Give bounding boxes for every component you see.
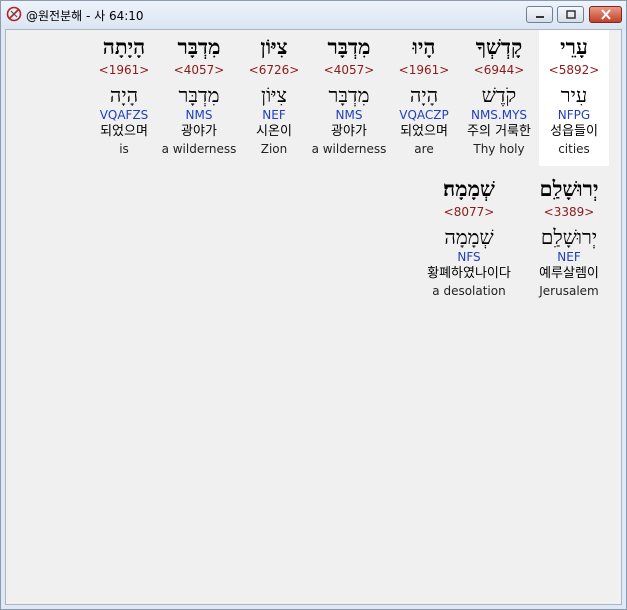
verse-row-2: יְרוּשָׁלִַם <3389> יְרוּשָׁלִַם NEF 예루살… bbox=[409, 172, 609, 308]
word-cell[interactable]: קָדְשְׁךָ <6944> קֹדֶשׁ NMS.MYS 주의 거룩한 T… bbox=[459, 30, 539, 166]
english-gloss: cities bbox=[558, 142, 590, 156]
hebrew-word: הָיָתָה bbox=[102, 34, 146, 59]
word-cell[interactable]: צִיּוֹן <6726> צִיּוֹן NEF 시온이 Zion bbox=[239, 30, 309, 166]
korean-gloss: 되었으며 bbox=[400, 124, 448, 139]
hebrew-word: קָדְשְׁךָ bbox=[475, 34, 523, 59]
english-gloss: is bbox=[119, 142, 129, 156]
english-gloss: Thy holy bbox=[473, 142, 525, 156]
korean-gloss: 되었으며 bbox=[100, 124, 148, 139]
english-gloss: Zion bbox=[260, 142, 288, 156]
english-gloss: are bbox=[414, 142, 434, 156]
english-gloss: a wilderness bbox=[311, 142, 387, 156]
verse-row-1: עָרֵי <5892> עִיר NFPG 성읍들이 cities קָדְש… bbox=[89, 30, 609, 166]
lemma-word: מִדְבָּר bbox=[328, 83, 370, 107]
morph-code[interactable]: VQACZP bbox=[399, 108, 449, 122]
korean-gloss: 시온이 bbox=[256, 124, 292, 139]
english-gloss: a desolation bbox=[432, 284, 506, 298]
word-cell[interactable]: עָרֵי <5892> עִיר NFPG 성읍들이 cities bbox=[539, 30, 609, 166]
lemma-word: קֹדֶשׁ bbox=[481, 83, 517, 107]
strong-number[interactable]: <1961> bbox=[99, 62, 150, 78]
lemma-word: יְרוּשָׁלִַם bbox=[540, 225, 598, 249]
korean-gloss: 주의 거룩한 bbox=[467, 124, 531, 139]
lemma-word: הָיָה bbox=[109, 83, 139, 107]
title-bar[interactable]: @원전분해 - 사 64:10 bbox=[1, 1, 626, 29]
maximize-button[interactable] bbox=[557, 6, 584, 23]
morph-code[interactable]: NEF bbox=[557, 250, 580, 264]
hebrew-word: מִדְבָּר bbox=[327, 34, 371, 59]
strong-number[interactable]: <6726> bbox=[249, 62, 300, 78]
word-cell[interactable]: שְׁמָמָה׃ <8077> שְׁמָמָה NFS 황폐하였나이다 a … bbox=[409, 172, 529, 308]
strong-number[interactable]: <4057> bbox=[174, 62, 225, 78]
maximize-icon bbox=[565, 9, 576, 19]
english-gloss: a wilderness bbox=[161, 142, 237, 156]
morph-code[interactable]: NFPG bbox=[558, 108, 590, 122]
window-bottom-border bbox=[1, 605, 626, 609]
lemma-word: מִדְבָּר bbox=[178, 83, 220, 107]
strong-number[interactable]: <4057> bbox=[324, 62, 375, 78]
analysis-pane[interactable]: עָרֵי <5892> עִיר NFPG 성읍들이 cities קָדְש… bbox=[5, 29, 622, 605]
word-cell[interactable]: הָיוּ <1961> הָיָה VQACZP 되었으며 are bbox=[389, 30, 459, 166]
hebrew-word: שְׁמָמָה׃ bbox=[443, 176, 495, 201]
hebrew-word: יְרוּשָׁלִַם bbox=[539, 176, 599, 201]
word-cell[interactable]: מִדְבָּר <4057> מִדְבָּר NMS 광야가 a wilde… bbox=[159, 30, 239, 166]
morph-code[interactable]: VQAFZS bbox=[100, 108, 149, 122]
app-window: @원전분해 - 사 64:10 עָרֵי <5892> עִיר NFPG 성… bbox=[0, 0, 627, 610]
morph-code[interactable]: NEF bbox=[262, 108, 285, 122]
lemma-word: שְׁמָמָה bbox=[444, 225, 494, 249]
morph-code[interactable]: NFS bbox=[457, 250, 480, 264]
hebrew-word: מִדְבָּר bbox=[177, 34, 221, 59]
korean-gloss: 광야가 bbox=[181, 124, 217, 139]
lemma-word: הָיָה bbox=[409, 83, 439, 107]
korean-gloss: 성읍들이 bbox=[550, 124, 598, 139]
strong-number[interactable]: <3389> bbox=[544, 204, 595, 220]
word-cell[interactable]: הָיָתָה <1961> הָיָה VQAFZS 되었으며 is bbox=[89, 30, 159, 166]
korean-gloss: 예루살렘이 bbox=[539, 266, 599, 281]
app-icon[interactable] bbox=[6, 6, 22, 22]
hebrew-word: צִיּוֹן bbox=[260, 34, 288, 59]
morph-code[interactable]: NMS.MYS bbox=[471, 108, 527, 122]
lemma-word: צִיּוֹן bbox=[261, 83, 287, 107]
minimize-icon bbox=[535, 15, 544, 18]
minimize-button[interactable] bbox=[526, 6, 553, 23]
korean-gloss: 광야가 bbox=[331, 124, 367, 139]
word-cell[interactable]: מִדְבָּר <4057> מִדְבָּר NMS 광야가 a wilde… bbox=[309, 30, 389, 166]
strong-number[interactable]: <5892> bbox=[549, 62, 600, 78]
strong-number[interactable]: <1961> bbox=[399, 62, 450, 78]
morph-code[interactable]: NMS bbox=[186, 108, 213, 122]
hebrew-word: עָרֵי bbox=[560, 34, 588, 59]
close-button[interactable] bbox=[589, 6, 622, 23]
strong-number[interactable]: <6944> bbox=[474, 62, 525, 78]
close-icon bbox=[600, 9, 611, 20]
morph-code[interactable]: NMS bbox=[336, 108, 363, 122]
lemma-word: עִיר bbox=[560, 83, 588, 107]
korean-gloss: 황폐하였나이다 bbox=[427, 266, 511, 281]
hebrew-word: הָיוּ bbox=[412, 34, 436, 59]
window-title: @원전분해 - 사 64:10 bbox=[26, 9, 144, 23]
english-gloss: Jerusalem bbox=[539, 284, 599, 298]
word-cell[interactable]: יְרוּשָׁלִַם <3389> יְרוּשָׁלִַם NEF 예루살… bbox=[529, 172, 609, 308]
strong-number[interactable]: <8077> bbox=[444, 204, 495, 220]
